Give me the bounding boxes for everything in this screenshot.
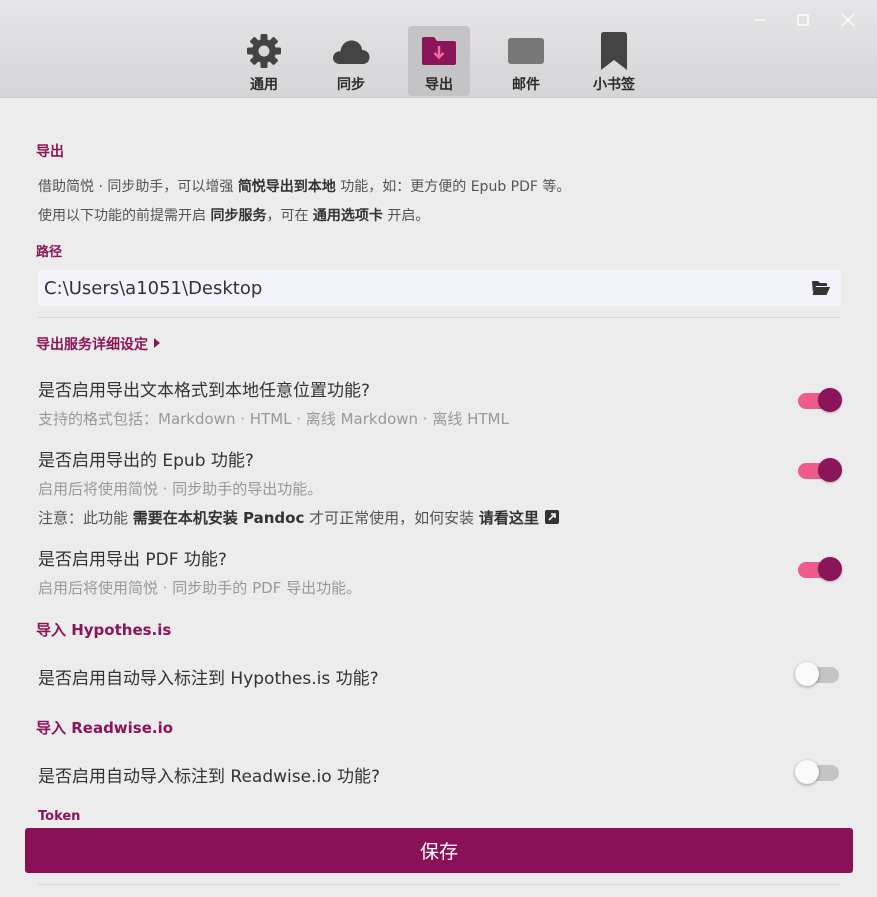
- text-export-toggle[interactable]: [796, 387, 842, 413]
- tab-label: 邮件: [512, 77, 540, 93]
- mail-icon: [506, 31, 546, 71]
- tab-bar: 通用 同步 导出 邮件 小书签: [0, 0, 877, 98]
- save-button[interactable]: 保存: [25, 828, 853, 873]
- settings-content: 导出 借助简悦 · 同步助手，可以增强 简悦导出到本地 功能，如：更方便的 Ep…: [0, 98, 877, 897]
- path-value[interactable]: C:\Users\a1051\Desktop: [44, 278, 262, 299]
- epub-option-title: 是否启用导出的 Epub 功能?: [38, 451, 254, 471]
- hypothesis-section-title: 导入 Hypothes.is: [36, 621, 172, 639]
- pdf-option-title: 是否启用导出 PDF 功能?: [38, 550, 227, 570]
- epub-pandoc-note: 注意：此功能 需要在本机安装 Pandoc 才可正常使用，如何安装 请看这里: [38, 507, 559, 528]
- readwise-toggle[interactable]: [795, 759, 841, 785]
- toggle-knob: [818, 557, 842, 581]
- hypothesis-option-title: 是否启用自动导入标注到 Hypothes.is 功能?: [38, 669, 379, 689]
- triangle-right-icon: [154, 338, 160, 348]
- bookmark-icon: [594, 31, 634, 71]
- export-details-toggle[interactable]: 导出服务详细设定: [36, 334, 160, 354]
- toggle-knob: [795, 760, 819, 784]
- pdf-option-subtitle: 启用后将使用简悦 · 同步助手的 PDF 导出功能。: [38, 579, 362, 597]
- tab-mail[interactable]: 邮件: [495, 26, 557, 96]
- toggle-knob: [818, 458, 842, 482]
- tab-label: 导出: [425, 77, 453, 93]
- tab-bookmarklet[interactable]: 小书签: [583, 26, 645, 96]
- external-link-icon[interactable]: [544, 510, 559, 524]
- epub-toggle[interactable]: [796, 457, 842, 483]
- folder-download-icon: [419, 31, 459, 71]
- readwise-section-title: 导入 Readwise.io: [36, 719, 174, 737]
- folder-open-icon[interactable]: [811, 280, 831, 296]
- readwise-option-title: 是否启用自动导入标注到 Readwise.io 功能?: [38, 767, 381, 787]
- tab-sync[interactable]: 同步: [320, 26, 382, 96]
- title-bar: 通用 同步 导出 邮件 小书签: [0, 0, 877, 98]
- path-field[interactable]: C:\Users\a1051\Desktop: [38, 270, 841, 306]
- hypothesis-toggle[interactable]: [795, 661, 841, 687]
- path-label: 路径: [36, 245, 63, 260]
- export-description-1: 借助简悦 · 同步助手，可以增强 简悦导出到本地 功能，如：更方便的 Epub …: [38, 179, 571, 195]
- tab-label: 通用: [250, 77, 278, 93]
- pdf-toggle[interactable]: [796, 556, 842, 582]
- tab-general[interactable]: 通用: [233, 26, 295, 96]
- export-description-2: 使用以下功能的前提需开启 同步服务，可在 通用选项卡 开启。: [38, 208, 430, 224]
- export-section-title: 导出: [36, 144, 64, 160]
- text-export-option-subtitle: 支持的格式包括：Markdown · HTML · 离线 Markdown · …: [38, 410, 509, 428]
- tab-label: 小书签: [593, 77, 635, 93]
- divider: [38, 317, 841, 318]
- toggle-knob: [818, 388, 842, 412]
- text-export-option-title: 是否启用导出文本格式到本地任意位置功能?: [38, 381, 371, 401]
- cloud-icon: [331, 31, 371, 71]
- epub-option-subtitle: 启用后将使用简悦 · 同步助手的导出功能。: [38, 480, 323, 498]
- gear-icon: [244, 31, 284, 71]
- tab-label: 同步: [337, 77, 365, 93]
- toggle-knob: [795, 662, 819, 686]
- divider: [38, 884, 841, 885]
- token-label: Token: [38, 809, 81, 824]
- pandoc-help-link[interactable]: 请看这里: [479, 509, 539, 527]
- tab-export[interactable]: 导出: [408, 26, 470, 96]
